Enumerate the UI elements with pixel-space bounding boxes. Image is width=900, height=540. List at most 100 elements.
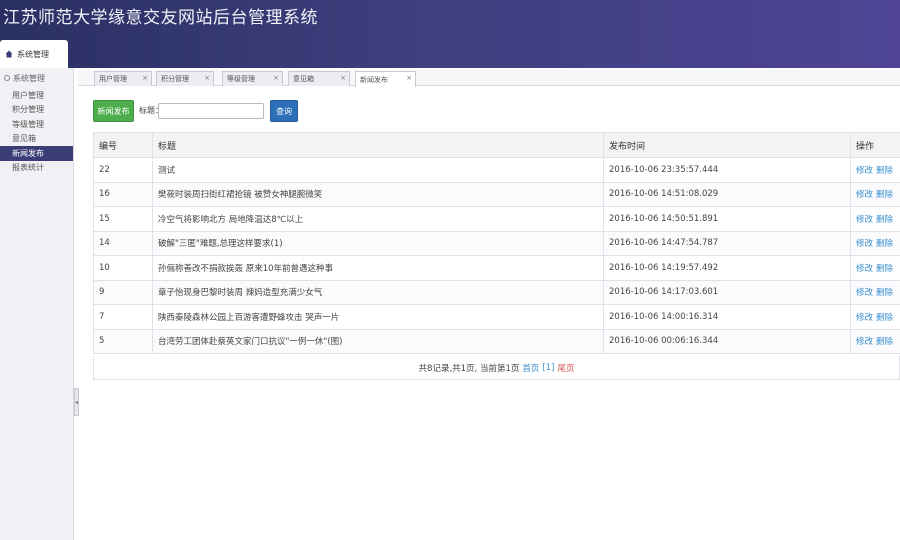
cell-title: 孙俪称善改不捐款挨轰 原来10年前曾遇这种事 bbox=[152, 255, 604, 281]
sidebar-item-user-management[interactable]: 用户管理 bbox=[0, 88, 73, 103]
cell-id: 14 bbox=[93, 230, 153, 256]
close-icon[interactable]: × bbox=[273, 74, 279, 82]
column-header-ops: 操作 bbox=[850, 132, 900, 158]
cell-id: 9 bbox=[93, 279, 153, 305]
edit-link[interactable]: 修改 bbox=[856, 288, 873, 298]
cell-title: 破解"三匿"难题,总理这样要求(1) bbox=[152, 230, 604, 256]
cell-ops: 修改 删除 bbox=[850, 279, 900, 305]
cell-id: 10 bbox=[93, 255, 153, 281]
app-header: 江苏师范大学缘意交友网站后台管理系统 系统管理 bbox=[0, 0, 900, 68]
sidebar-item-points-management[interactable]: 积分管理 bbox=[0, 103, 73, 118]
edit-link[interactable]: 修改 bbox=[856, 337, 873, 347]
query-button[interactable]: 查询 bbox=[270, 100, 298, 122]
delete-link[interactable]: 删除 bbox=[876, 264, 893, 274]
tab-user-management[interactable]: 用户管理 × bbox=[94, 71, 152, 86]
edit-link[interactable]: 修改 bbox=[856, 190, 873, 200]
cell-title: 樊莜时装周扫街红裙抢镜 被赞女神腿腕微笑 bbox=[152, 181, 604, 207]
sidebar: 系统管理 用户管理 积分管理 等级管理 意见箱 新闻发布 报表统计 bbox=[0, 68, 74, 540]
cell-ops: 修改 删除 bbox=[850, 230, 900, 256]
tab-suggestion-box[interactable]: 意见箱 × bbox=[288, 71, 350, 86]
cell-time: 2016-10-06 23:35:57.444 bbox=[603, 157, 851, 183]
sidebar-item-news-publish[interactable]: 新闻发布 bbox=[0, 146, 73, 161]
cell-ops: 修改 删除 bbox=[850, 255, 900, 281]
cell-title: 陕西秦陵森林公园上百游客遭野蜂攻击 哭声一片 bbox=[152, 304, 604, 330]
table-row: 10 孙俪称善改不捐款挨轰 原来10年前曾遇这种事 2016-10-06 14:19… bbox=[93, 255, 900, 281]
news-table: 编号 标题 发布时间 操作 22 测试 2016-10-06 23:35:57.44… bbox=[93, 132, 900, 354]
cell-title: 测试 bbox=[152, 157, 604, 183]
home-icon bbox=[5, 50, 13, 58]
delete-link[interactable]: 删除 bbox=[876, 190, 893, 200]
tab-news-publish[interactable]: 新闻发布 × bbox=[355, 71, 416, 87]
cell-time: 2016-10-06 14:50:51.891 bbox=[603, 206, 851, 232]
cell-id: 16 bbox=[93, 181, 153, 207]
table-row: 5 台湾劳工团体赴蔡英文家门口抗议"一例一休"(图) 2016-10-06 00:0… bbox=[93, 328, 900, 354]
column-header-time[interactable]: 发布时间 bbox=[603, 132, 851, 158]
table-row: 7 陕西秦陵森林公园上百游客遭野蜂攻击 哭声一片 2016-10-06 14:00:… bbox=[93, 304, 900, 330]
cell-ops: 修改 删除 bbox=[850, 181, 900, 207]
tab-bar: 用户管理 × 积分管理 × 等级管理 × 意见箱 × 新闻发布 × bbox=[78, 70, 900, 87]
tab-label: 积分管理 bbox=[161, 75, 189, 83]
tab-label: 等级管理 bbox=[227, 75, 255, 83]
delete-link[interactable]: 删除 bbox=[876, 313, 893, 323]
sidebar-group-label: 系统管理 bbox=[13, 73, 45, 83]
news-publish-button[interactable]: 新闻发布 bbox=[93, 100, 134, 122]
cell-ops: 修改 删除 bbox=[850, 304, 900, 330]
cell-time: 2016-10-06 14:47:54.787 bbox=[603, 230, 851, 256]
group-circle-icon bbox=[4, 75, 10, 81]
cell-time: 2016-10-06 14:17:03.601 bbox=[603, 279, 851, 305]
sidebar-item-report-stats[interactable]: 报表统计 bbox=[0, 161, 73, 176]
edit-link[interactable]: 修改 bbox=[856, 215, 873, 225]
cell-id: 22 bbox=[93, 157, 153, 183]
sidebar-collapse-handle[interactable]: ◂ bbox=[74, 388, 79, 416]
sidebar-item-suggestion-box[interactable]: 意见箱 bbox=[0, 132, 73, 147]
table-header-row: 编号 标题 发布时间 操作 bbox=[93, 132, 900, 158]
app-title: 江苏师范大学缘意交友网站后台管理系统 bbox=[3, 8, 318, 28]
cell-time: 2016-10-06 00:06:16.344 bbox=[603, 328, 851, 354]
chevron-left-icon: ◂ bbox=[75, 398, 79, 406]
delete-link[interactable]: 删除 bbox=[876, 239, 893, 249]
cell-time: 2016-10-06 14:51:08.029 bbox=[603, 181, 851, 207]
delete-link[interactable]: 删除 bbox=[876, 166, 893, 176]
cell-title: 冷空气将影响北方 局地降温达8℃以上 bbox=[152, 206, 604, 232]
tab-level-management[interactable]: 等级管理 × bbox=[222, 71, 283, 86]
edit-link[interactable]: 修改 bbox=[856, 313, 873, 323]
nav-tab-system-management[interactable]: 系统管理 bbox=[0, 40, 68, 68]
tab-points-management[interactable]: 积分管理 × bbox=[156, 71, 214, 86]
first-page-link[interactable]: 首页 bbox=[522, 362, 539, 374]
current-page-link[interactable]: [1] bbox=[542, 363, 554, 373]
cell-id: 7 bbox=[93, 304, 153, 330]
table-row: 16 樊莜时装周扫街红裙抢镜 被赞女神腿腕微笑 2016-10-06 14:51:0… bbox=[93, 181, 900, 207]
cell-title: 台湾劳工团体赴蔡英文家门口抗议"一例一休"(图) bbox=[152, 328, 604, 354]
cell-time: 2016-10-06 14:19:57.492 bbox=[603, 255, 851, 281]
close-icon[interactable]: × bbox=[142, 74, 148, 82]
close-icon[interactable]: × bbox=[406, 74, 412, 82]
cell-ops: 修改 删除 bbox=[850, 206, 900, 232]
column-header-title[interactable]: 标题 bbox=[152, 132, 604, 158]
tab-label: 新闻发布 bbox=[360, 75, 388, 84]
nav-tab-label: 系统管理 bbox=[17, 49, 49, 59]
sidebar-item-level-management[interactable]: 等级管理 bbox=[0, 117, 73, 132]
edit-link[interactable]: 修改 bbox=[856, 239, 873, 249]
close-icon[interactable]: × bbox=[204, 74, 210, 82]
sidebar-group-header[interactable]: 系统管理 bbox=[0, 68, 73, 88]
delete-link[interactable]: 删除 bbox=[876, 215, 893, 225]
column-header-id[interactable]: 编号 bbox=[93, 132, 153, 158]
tab-label: 意见箱 bbox=[293, 75, 314, 83]
pagination: 共8记录,共1页, 当前第1页 首页 [1] 尾页 bbox=[93, 356, 900, 380]
cell-ops: 修改 删除 bbox=[850, 328, 900, 354]
title-search-input[interactable] bbox=[158, 103, 264, 119]
table-row: 14 破解"三匿"难题,总理这样要求(1) 2016-10-06 14:47:54.… bbox=[93, 230, 900, 256]
cell-ops: 修改 删除 bbox=[850, 157, 900, 183]
pagination-summary: 共8记录,共1页, 当前第1页 bbox=[418, 363, 520, 374]
last-page-link[interactable]: 尾页 bbox=[557, 362, 574, 374]
cell-id: 15 bbox=[93, 206, 153, 232]
close-icon[interactable]: × bbox=[340, 74, 346, 82]
delete-link[interactable]: 删除 bbox=[876, 337, 893, 347]
table-row: 22 测试 2016-10-06 23:35:57.444 修改 删除 bbox=[93, 157, 900, 183]
tab-label: 用户管理 bbox=[99, 75, 127, 83]
delete-link[interactable]: 删除 bbox=[876, 288, 893, 298]
edit-link[interactable]: 修改 bbox=[856, 166, 873, 176]
edit-link[interactable]: 修改 bbox=[856, 264, 873, 274]
table-row: 15 冷空气将影响北方 局地降温达8℃以上 2016-10-06 14:50:51.… bbox=[93, 206, 900, 232]
cell-id: 5 bbox=[93, 328, 153, 354]
